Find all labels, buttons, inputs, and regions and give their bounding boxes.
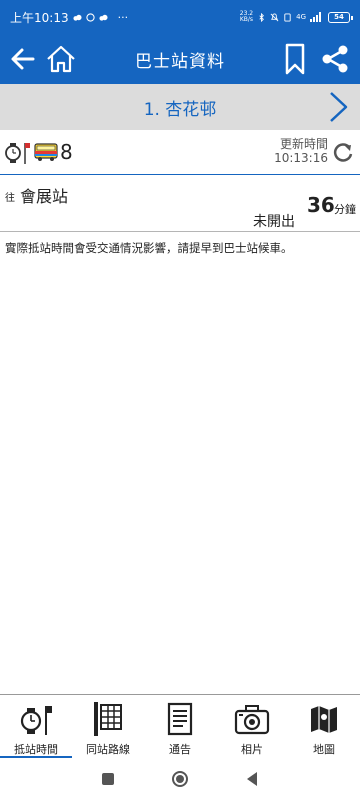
eta-unit: 分鐘 bbox=[334, 203, 356, 216]
eta-row[interactable]: 往 會展站 未開出 36 分鐘 bbox=[0, 175, 360, 231]
clock-stop-icon bbox=[5, 143, 30, 164]
direction-prefix: 往 bbox=[5, 193, 15, 204]
refresh-icon[interactable] bbox=[332, 141, 354, 163]
route-row: 8 更新時間 10:13:16 bbox=[0, 130, 360, 174]
nav-map[interactable]: 地圖 bbox=[288, 695, 360, 758]
home-nav-button[interactable] bbox=[171, 770, 189, 788]
notice-icon bbox=[167, 702, 193, 736]
route-list-icon bbox=[94, 702, 122, 736]
bluetooth-icon bbox=[259, 12, 265, 22]
nav-photos[interactable]: 相片 bbox=[216, 695, 288, 758]
status-bar: 上午10:13 ··· 23.2 KB/s 4G 54 bbox=[0, 0, 360, 34]
nav-label: 同站路線 bbox=[86, 743, 130, 756]
bottom-nav: 抵站時間 同站路線 通告 相片 地圖 bbox=[0, 694, 360, 758]
nav-label: 通告 bbox=[169, 743, 191, 756]
update-time: 更新時間 10:13:16 bbox=[274, 137, 328, 165]
camera-icon bbox=[234, 705, 270, 735]
cloud-icon bbox=[73, 14, 82, 21]
stop-name: 1. 杏花邨 bbox=[143, 99, 217, 120]
mute-icon bbox=[270, 12, 279, 21]
route-number: 8 bbox=[60, 140, 73, 164]
net-speed-unit: KB/s bbox=[239, 16, 254, 23]
vibrate-icon bbox=[284, 12, 291, 22]
status-time: 上午10:13 bbox=[10, 10, 69, 25]
divider bbox=[0, 231, 360, 232]
signal-icon bbox=[310, 12, 321, 22]
nav-arrival-time[interactable]: 抵站時間 bbox=[0, 695, 72, 758]
notice-text: 實際抵站時間會受交通情況影響，請提早到巴士站候車。 bbox=[5, 241, 293, 255]
recents-button[interactable] bbox=[101, 772, 115, 786]
clock-stop-icon bbox=[20, 706, 52, 735]
nav-label: 地圖 bbox=[313, 743, 335, 756]
stop-header: 1. 杏花邨 bbox=[0, 84, 360, 130]
battery-icon: 54 bbox=[328, 11, 353, 23]
eta-minutes: 36 bbox=[307, 193, 335, 217]
system-nav-bar bbox=[0, 758, 360, 800]
cloud-icon-2 bbox=[99, 14, 108, 21]
share-icon bbox=[322, 45, 348, 73]
more-notifications: ··· bbox=[117, 10, 129, 24]
battery-level: 54 bbox=[334, 13, 344, 21]
bookmark-icon bbox=[285, 43, 305, 75]
nav-notices[interactable]: 通告 bbox=[144, 695, 216, 758]
destination: 會展站 bbox=[20, 187, 69, 206]
back-nav-button[interactable] bbox=[245, 771, 259, 787]
nav-label: 抵站時間 bbox=[14, 743, 58, 756]
next-stop-chevron-icon[interactable] bbox=[326, 90, 352, 124]
net-speed: 23.2 KB/s bbox=[240, 11, 253, 23]
nav-label: 相片 bbox=[241, 743, 263, 756]
screen: 上午10:13 ··· 23.2 KB/s 4G 54 巴士站資料 1. 杏花邨… bbox=[0, 0, 360, 800]
bookmark-button[interactable] bbox=[278, 42, 312, 76]
departure-status: 未開出 bbox=[253, 214, 295, 230]
nav-same-stop-routes[interactable]: 同站路線 bbox=[72, 695, 144, 758]
bus-icon bbox=[34, 143, 58, 161]
update-timestamp: 10:13:16 bbox=[274, 151, 328, 165]
update-label: 更新時間 bbox=[279, 137, 328, 151]
network-type: 4G bbox=[296, 13, 306, 21]
app-bar: 巴士站資料 bbox=[0, 34, 360, 84]
map-icon bbox=[311, 706, 337, 733]
whatsapp-icon bbox=[85, 12, 95, 22]
share-button[interactable] bbox=[318, 42, 352, 76]
